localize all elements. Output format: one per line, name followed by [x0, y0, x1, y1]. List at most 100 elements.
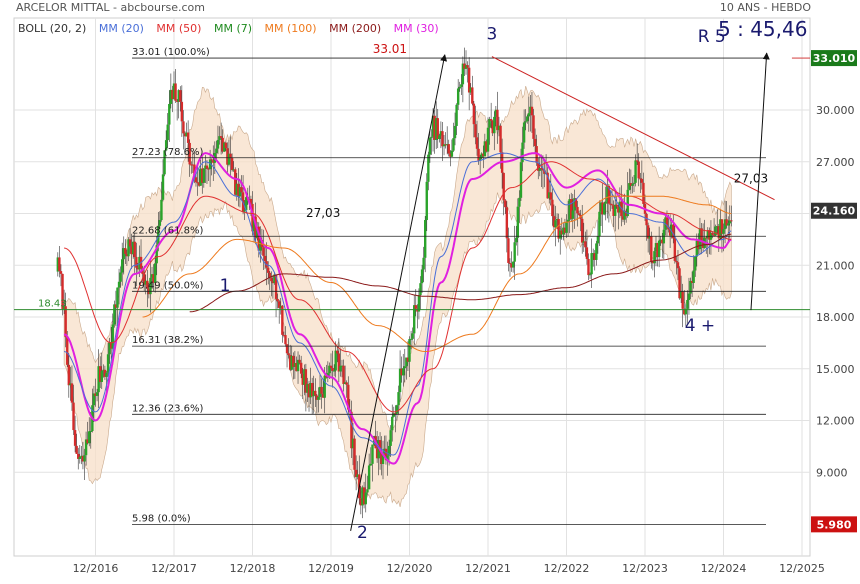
candle-body [284, 335, 287, 345]
legend-item-mm20: MM (20) [98, 22, 144, 35]
y-tick-label: 18.000 [816, 311, 855, 324]
legend-item-mm100: MM (100) [264, 22, 317, 35]
candle-body [66, 337, 69, 365]
candle-body [78, 456, 81, 459]
chart-svg: 33.01 (100.0%) 27.23 (78.6%) 22.68 (61.8%)… [13, 17, 857, 575]
candle-body [263, 255, 267, 262]
candle-body [229, 153, 232, 158]
fib-label: 22.68 (61.8%) [132, 225, 203, 236]
candle-body [116, 287, 119, 308]
candle-body [133, 241, 136, 257]
candle-body [281, 305, 284, 335]
candle-body [653, 251, 656, 264]
candle-body [224, 142, 228, 149]
candle-body [585, 247, 589, 259]
candle-body [650, 236, 653, 261]
candle-body [420, 269, 424, 284]
candle-body [504, 200, 507, 208]
candle-body [522, 122, 526, 143]
candle-body [554, 220, 557, 228]
candle-body [424, 220, 427, 258]
candle-body [493, 116, 496, 134]
candle-body [419, 283, 422, 296]
candle-body [120, 259, 124, 273]
candle-body [339, 365, 342, 372]
x-tick-label: 12/2022 [544, 562, 590, 575]
candle-body [425, 181, 428, 221]
candle-body [180, 101, 184, 122]
candle-body [59, 271, 63, 274]
legend-item-mm7: MM (7) [213, 22, 253, 35]
candle-body [219, 136, 223, 138]
candle-body [581, 218, 584, 243]
candle-body [610, 204, 614, 206]
candle-body [645, 213, 648, 226]
candle-body [75, 445, 78, 454]
candle-body [441, 131, 444, 147]
candle-body [395, 405, 399, 414]
candle-body [471, 87, 474, 104]
candle-body [369, 463, 373, 466]
candle-body [571, 210, 574, 219]
x-tick-label: 12/2020 [387, 562, 433, 575]
candle-body [403, 366, 406, 369]
candle-body [334, 350, 337, 371]
candle-body [447, 144, 450, 154]
candle-body [456, 88, 460, 105]
candle-body [714, 226, 717, 236]
candle-body [342, 365, 345, 384]
candle-body [730, 220, 733, 222]
support-label: 18.43 [38, 299, 67, 310]
candle-body [475, 137, 479, 149]
candle-body [676, 262, 680, 269]
candle-body [117, 281, 121, 288]
x-tick-label: 12/2016 [73, 562, 119, 575]
candle-body [314, 390, 317, 396]
price-badge-label: 33.010 [813, 52, 856, 65]
candle-body [243, 210, 246, 212]
annotation: 33.01 [373, 42, 407, 56]
candle-body [216, 139, 220, 149]
candle-body [64, 306, 67, 338]
legend-item-mm30: MM (30) [393, 22, 439, 35]
annotation: 27,03 [306, 206, 340, 220]
candle-body [515, 237, 518, 243]
candle-body [105, 372, 108, 377]
fib-label: 19.49 (50.0%) [132, 280, 203, 291]
legend-item-mm200: MM (200) [329, 22, 382, 35]
candle-body [202, 168, 206, 183]
fib-label: 12.36 (23.6%) [132, 403, 203, 414]
price-badge-label: 5.980 [817, 518, 852, 531]
candle-body [240, 187, 243, 193]
candle-body [615, 204, 618, 207]
candle-body [367, 465, 371, 490]
candle-body [577, 213, 581, 215]
candle-body [635, 160, 639, 162]
candle-body [450, 150, 454, 157]
candle-body [595, 243, 598, 260]
y-tick-label: 30.000 [816, 104, 855, 117]
candle-body [168, 103, 171, 125]
annotation: 3 [487, 24, 498, 44]
candle-body [692, 270, 695, 283]
price-badge-label: 24.160 [813, 205, 856, 218]
candle-body [287, 353, 290, 356]
candle-body [276, 298, 279, 302]
chart: 33.01 (100.0%) 27.23 (78.6%) 22.68 (61.8%)… [0, 0, 860, 580]
legend: BOLL (20, 2) MM (20) MM (50) MM (7) MM (… [18, 22, 448, 35]
candle-body [100, 370, 103, 382]
candle-body [576, 206, 579, 214]
candle-body [364, 492, 367, 505]
legend-item-boll: BOLL (20, 2) [18, 22, 87, 35]
candle-body [317, 396, 320, 400]
candle-body [210, 159, 213, 161]
candle-body [466, 65, 469, 68]
candle-body [438, 135, 441, 139]
candle-body [186, 132, 190, 143]
candle-body [72, 402, 75, 431]
candle-body [460, 84, 463, 87]
candle-body [513, 242, 516, 262]
x-tick-label: 12/2021 [465, 562, 511, 575]
candle-body [584, 241, 587, 248]
y-tick-label: 9.000 [816, 466, 848, 479]
